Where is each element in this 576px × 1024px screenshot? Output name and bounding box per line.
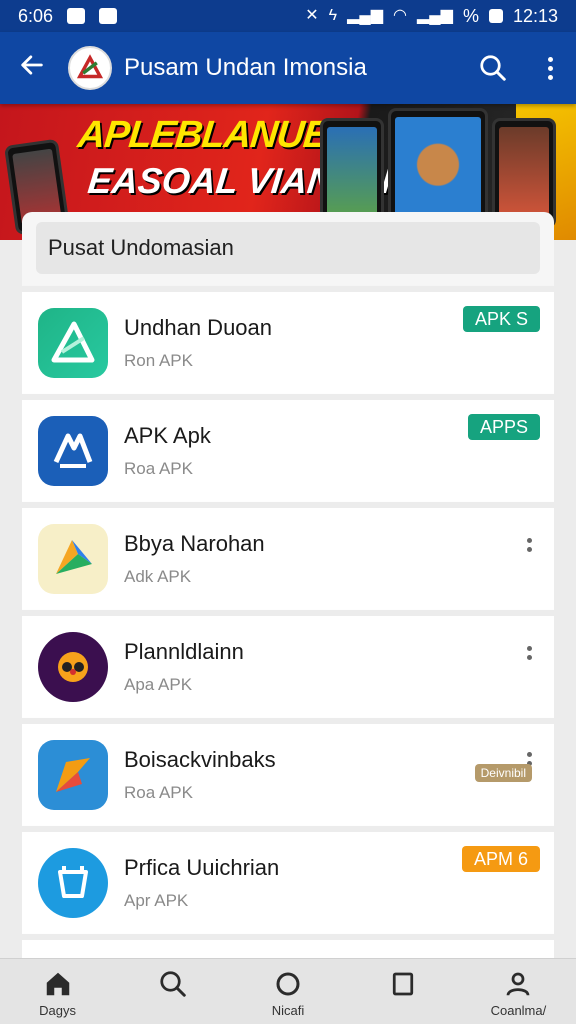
app-icon — [38, 848, 108, 918]
document-icon — [393, 972, 414, 996]
app-list-panel: Pusat Undomasian Undhan Duoan Ron APK AP… — [22, 212, 554, 972]
app-subtitle: Adk APK — [124, 567, 192, 586]
app-name: APK Apk — [124, 423, 211, 448]
list-item[interactable]: Bbya Narohan Adk APK — [22, 502, 554, 610]
app-icon — [38, 416, 108, 486]
search-card: Pusat Undomasian — [22, 212, 554, 286]
app-name: Prfica Uuichrian — [124, 855, 280, 880]
nav-home[interactable]: Dagys — [0, 959, 115, 1024]
more-vertical-icon — [547, 56, 553, 62]
signal-icon-2: ▂▄▆ — [416, 7, 453, 24]
app-logo — [68, 46, 112, 90]
app-subtitle: Ron APK — [124, 351, 193, 370]
person-icon — [507, 972, 530, 996]
nav-label: Nicafi — [271, 1003, 305, 1018]
package-icon — [58, 866, 88, 898]
item-more-button[interactable] — [526, 538, 532, 552]
arrow-left-icon — [21, 55, 43, 75]
app-subtitle: Apr APK — [124, 891, 189, 910]
search-icon — [160, 971, 186, 997]
app-bar: Pusam Undan Imonsia — [0, 32, 576, 104]
orange-arrow-icon — [56, 758, 90, 792]
bottom-navigation: Dagys Nicafi Coanlma/ — [0, 958, 576, 1024]
nav-documents[interactable] — [346, 959, 461, 1024]
nav-label: Dagys — [39, 1003, 77, 1018]
status-time-right: 12:13 — [512, 5, 558, 26]
app-name: Boisackvinbaks — [124, 747, 276, 772]
circle-icon — [276, 972, 300, 996]
nav-search[interactable] — [115, 959, 230, 1024]
status-badge[interactable]: Deivnibil — [474, 764, 532, 782]
battery-text: % — [462, 5, 479, 26]
notification-icon — [67, 8, 86, 24]
signal-icon: ▂▄▆ — [347, 7, 384, 24]
list-item[interactable]: Undhan Duoan Ron APK APK S — [22, 286, 554, 394]
battery-icon — [488, 9, 503, 23]
nav-news[interactable]: Nicafi — [230, 959, 345, 1024]
colorful-arrow-icon — [56, 540, 92, 574]
list-item[interactable]: Prfica Uuichrian Apr APK APM 6 — [22, 826, 554, 934]
status-badge[interactable]: APPS — [467, 414, 540, 440]
more-vertical-icon — [526, 752, 532, 757]
list-item[interactable]: APK Apk Roa APK APPS — [22, 394, 554, 502]
status-badge[interactable]: APK S — [462, 306, 540, 332]
apk-logo-icon — [53, 433, 93, 468]
nav-account[interactable]: Coanlma/ — [461, 959, 576, 1024]
more-options-button[interactable] — [542, 56, 558, 80]
status-badge[interactable]: APM 6 — [461, 846, 540, 872]
page-title: Pusam Undan Imonsia — [124, 54, 367, 81]
mute-icon: ✕ — [305, 7, 319, 24]
nav-label: Coanlma/ — [490, 1003, 547, 1018]
app-subtitle: Roa APK — [124, 783, 193, 802]
home-icon — [46, 972, 69, 996]
status-time-left: 6:06 — [18, 5, 54, 26]
app-name: Bbya Narohan — [124, 531, 265, 556]
app-subtitle: Apa APK — [124, 675, 193, 694]
item-more-button[interactable] — [526, 646, 532, 660]
more-vertical-icon — [526, 646, 532, 651]
triangle-logo-icon — [51, 321, 95, 363]
list-item[interactable]: Boisackvinbaks Roa APK Deivnibil — [22, 718, 554, 826]
app-icon — [38, 632, 108, 702]
search-button[interactable] — [476, 51, 510, 85]
wifi-icon: ◠ — [393, 7, 407, 24]
app-subtitle: Roa APK — [124, 459, 193, 478]
banner-headline: APLEBLANUEN — [75, 114, 357, 156]
app-icon — [38, 524, 108, 594]
app-icon — [38, 740, 108, 810]
status-bar: 6:06 ✕ ϟ ▂▄▆ ◠ ▂▄▆ % 12:13 — [0, 0, 576, 32]
list-item[interactable]: Plannldlainn Apa APK — [22, 610, 554, 718]
search-icon — [480, 55, 506, 81]
mail-icon — [99, 8, 118, 24]
face-logo-icon — [58, 652, 88, 682]
back-button[interactable] — [18, 51, 58, 85]
app-icon — [38, 308, 108, 378]
more-vertical-icon — [526, 538, 532, 543]
search-input[interactable]: Pusat Undomasian — [36, 222, 540, 274]
app-name: Undhan Duoan — [124, 315, 273, 340]
vibrate-icon: ϟ — [328, 7, 338, 24]
app-name: Plannldlainn — [124, 639, 244, 664]
